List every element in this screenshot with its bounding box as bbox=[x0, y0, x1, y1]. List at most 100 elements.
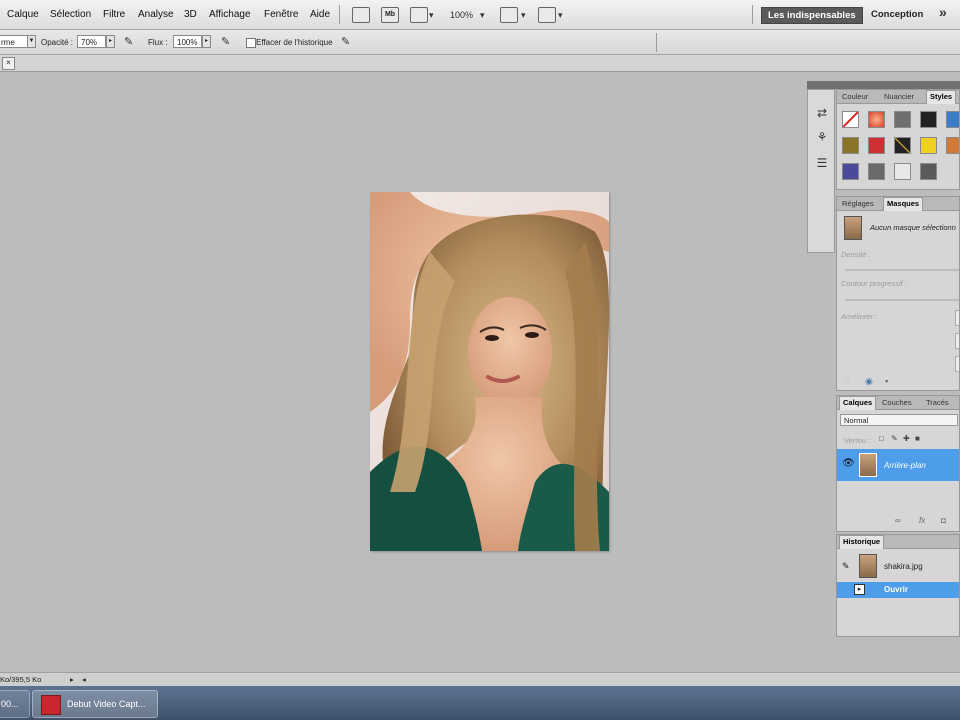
lock-icon[interactable]: ■ bbox=[915, 434, 920, 443]
style-swatch[interactable] bbox=[842, 137, 859, 154]
menu-filtre[interactable]: Filtre bbox=[103, 9, 125, 20]
menu-bar: Calque Sélection Filtre Analyse 3D Affic… bbox=[0, 0, 960, 30]
blend-mode-select[interactable]: Normal bbox=[840, 414, 958, 426]
bridge-icon[interactable] bbox=[352, 7, 370, 23]
tab-nuancier[interactable]: Nuancier bbox=[881, 91, 917, 103]
workspace-design-button[interactable]: Conception bbox=[865, 7, 929, 22]
menu-analyse[interactable]: Analyse bbox=[138, 9, 174, 20]
menu-aide[interactable]: Aide bbox=[310, 9, 330, 20]
menu-selection[interactable]: Sélection bbox=[50, 9, 91, 20]
status-menu-icon[interactable]: ▸ bbox=[70, 673, 74, 687]
history-step-name[interactable]: Ouvrir bbox=[884, 585, 908, 594]
dock-grip[interactable] bbox=[807, 81, 960, 89]
style-swatch[interactable] bbox=[894, 163, 911, 180]
chevron-down-icon[interactable]: ▾ bbox=[521, 10, 526, 21]
style-swatch[interactable] bbox=[894, 137, 911, 154]
video-capture-icon bbox=[41, 695, 61, 715]
menu-affichage[interactable]: Affichage bbox=[209, 9, 251, 20]
layer-row[interactable]: 👁 Arrière-plan bbox=[837, 449, 959, 481]
mode-select[interactable]: rme bbox=[0, 35, 28, 48]
tab-couleur[interactable]: Couleur bbox=[839, 91, 871, 103]
style-swatch[interactable] bbox=[842, 163, 859, 180]
pressure-opacity-icon[interactable]: ✎ bbox=[124, 35, 138, 49]
mini-bridge-icon[interactable]: Mb bbox=[381, 7, 399, 23]
style-swatch[interactable] bbox=[920, 111, 937, 128]
add-mask-icon[interactable]: ◘ bbox=[941, 516, 946, 525]
chevron-down-icon[interactable]: ▼ bbox=[27, 35, 36, 48]
masks-selection-text: Aucun masque sélectionn bbox=[870, 223, 956, 232]
eye-icon[interactable]: 👁 bbox=[842, 458, 855, 469]
history-source-name[interactable]: shakira.jpg bbox=[884, 562, 923, 571]
erase-history-checkbox[interactable] bbox=[246, 38, 256, 48]
layer-thumbnail bbox=[859, 453, 877, 477]
document-size-info: Ko/395,5 Ko bbox=[0, 675, 42, 684]
extras-icon[interactable] bbox=[410, 7, 428, 23]
pressure-size-icon[interactable]: ✎ bbox=[341, 35, 355, 49]
color-range-button[interactable] bbox=[955, 333, 959, 349]
collapsed-panels-column: ⇄ ⚘ ☰ bbox=[807, 89, 835, 253]
style-swatch[interactable] bbox=[946, 111, 959, 128]
menu-3d[interactable]: 3D bbox=[184, 9, 197, 20]
style-swatch[interactable] bbox=[920, 163, 937, 180]
screen-mode-icon[interactable] bbox=[538, 7, 556, 23]
history-step-row[interactable]: ▸ Ouvrir bbox=[837, 582, 959, 598]
tab-styles[interactable]: Styles bbox=[926, 90, 957, 104]
windows-taskbar: 00... Debut Video Capt... bbox=[0, 686, 960, 720]
style-swatch[interactable] bbox=[868, 111, 885, 128]
opacity-slider-toggle[interactable]: ▸ bbox=[106, 35, 115, 48]
taskbar-item-video-capture[interactable]: Debut Video Capt... bbox=[32, 690, 158, 718]
zoom-level[interactable]: 100% bbox=[450, 10, 473, 20]
chevron-down-icon[interactable]: ▾ bbox=[480, 10, 485, 21]
lock-pixels-icon[interactable]: ✎ bbox=[891, 434, 898, 443]
lock-transparency-icon[interactable]: □ bbox=[879, 434, 884, 443]
history-brush-icon[interactable]: ✎ bbox=[842, 561, 850, 572]
mask-thumbnail bbox=[844, 216, 862, 240]
load-selection-icon[interactable]: ◌ bbox=[845, 376, 850, 386]
tab-calques[interactable]: Calques bbox=[839, 396, 877, 410]
lock-position-icon[interactable]: ✚ bbox=[903, 434, 910, 443]
tab-couches[interactable]: Couches bbox=[879, 397, 915, 409]
style-swatch[interactable] bbox=[894, 111, 911, 128]
chevron-down-icon[interactable]: ▾ bbox=[429, 10, 434, 21]
invert-button[interactable] bbox=[955, 356, 959, 372]
clone-source-icon[interactable]: ⚘ bbox=[814, 130, 830, 144]
workspace-essentials-button[interactable]: Les indispensables bbox=[761, 7, 863, 24]
arrange-icon[interactable] bbox=[500, 7, 518, 23]
tab-reglages[interactable]: Réglages bbox=[839, 198, 877, 210]
fx-icon[interactable]: fx bbox=[919, 516, 925, 525]
chevron-down-icon[interactable]: ▾ bbox=[558, 10, 563, 21]
style-swatch[interactable] bbox=[946, 137, 959, 154]
style-swatch[interactable] bbox=[868, 163, 885, 180]
document-tab-strip: × bbox=[0, 55, 960, 72]
tab-historique[interactable]: Historique bbox=[839, 535, 885, 549]
link-icon[interactable]: ∞ bbox=[895, 516, 901, 525]
opacity-field[interactable]: 70% bbox=[77, 35, 106, 48]
style-swatch-none[interactable] bbox=[842, 111, 859, 128]
adjust-tools-icon[interactable]: ⇄ bbox=[814, 106, 830, 120]
style-swatch[interactable] bbox=[920, 137, 937, 154]
layer-name[interactable]: Arrière-plan bbox=[884, 461, 926, 470]
taskbar-item[interactable]: 00... bbox=[0, 690, 30, 718]
panel-dock: ⇄ ⚘ ☰ Couleur Nuancier Styles Réglages M… bbox=[807, 81, 960, 637]
masks-refine-label: Améliorer : bbox=[841, 312, 878, 321]
delete-mask-icon[interactable]: ▪ bbox=[885, 376, 888, 386]
tab-traces[interactable]: Tracés bbox=[923, 397, 952, 409]
mask-edge-button[interactable] bbox=[955, 310, 959, 326]
layers-panel: Calques Couches Tracés Normal Verrou : □… bbox=[836, 395, 960, 532]
eye-icon[interactable]: ◉ bbox=[865, 376, 873, 387]
brush-airbrush-icon[interactable]: ✎ bbox=[221, 35, 235, 49]
close-icon[interactable]: × bbox=[2, 57, 15, 70]
flow-field[interactable]: 100% bbox=[173, 35, 202, 48]
menu-calque[interactable]: Calque bbox=[7, 9, 39, 20]
more-workspaces-icon[interactable]: » bbox=[933, 5, 953, 20]
menu-fenetre[interactable]: Fenêtre bbox=[264, 9, 298, 20]
flow-slider-toggle[interactable]: ▸ bbox=[202, 35, 211, 48]
menubar-separator bbox=[752, 5, 753, 24]
style-swatch[interactable] bbox=[868, 137, 885, 154]
document-image[interactable] bbox=[370, 192, 609, 551]
tab-masques[interactable]: Masques bbox=[883, 197, 924, 211]
paragraph-icon[interactable]: ☰ bbox=[814, 156, 830, 170]
density-slider[interactable] bbox=[845, 269, 959, 271]
feather-slider[interactable] bbox=[845, 299, 959, 301]
scroll-left-icon[interactable]: ◂ bbox=[82, 673, 86, 687]
